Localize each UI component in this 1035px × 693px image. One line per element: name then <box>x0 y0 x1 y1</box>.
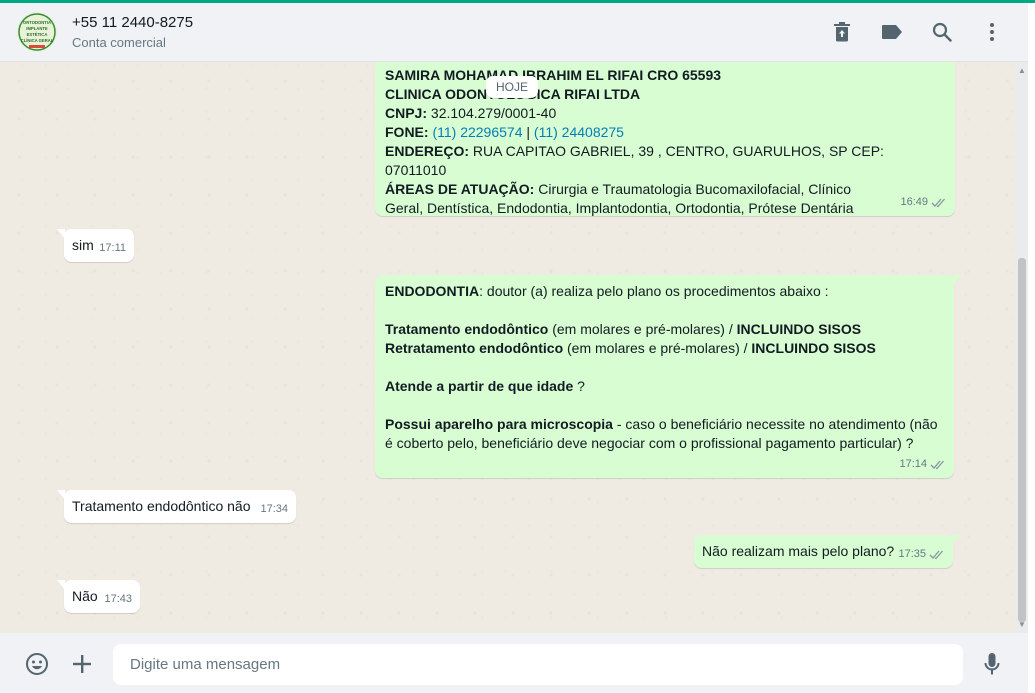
message-text: sim <box>72 237 94 253</box>
message-line: CNPJ: 32.104.279/0001-40 <box>385 105 557 121</box>
message-time: 17:43 <box>104 593 132 605</box>
message-outgoing-endodontia[interactable]: ENDODONTIA: doutor (a) realiza pelo plan… <box>375 275 961 478</box>
message-line: Tratamento endodôntico (em molares e pré… <box>385 321 862 337</box>
message-incoming[interactable]: Não 17:43 <box>57 580 140 613</box>
message-meta: 17:43 <box>104 590 132 609</box>
chat-header: ORTODONTIA IMPLANTE ESTÉTICA CLÍNICA GER… <box>0 3 1035 62</box>
message-meta: 17:34 <box>260 500 288 519</box>
message-time: 16:49 <box>900 196 928 208</box>
message-meta: 16:49 <box>900 193 947 212</box>
chat-messages-area[interactable]: SAMIRA MOHAMAD IBRAHIM EL RIFAI CRO 6559… <box>0 62 1035 633</box>
message-time: 17:35 <box>898 548 926 560</box>
message-line: Possui aparelho para microscopia - caso … <box>385 416 938 451</box>
message-time: 17:14 <box>899 458 927 470</box>
menu-icon[interactable] <box>979 19 1005 45</box>
emoji-icon[interactable] <box>24 651 50 677</box>
message-outgoing-clinic-info[interactable]: SAMIRA MOHAMAD IBRAHIM EL RIFAI CRO 6559… <box>375 62 955 216</box>
scrollbar-thumb[interactable] <box>1018 258 1026 622</box>
message-time: 17:34 <box>260 503 288 515</box>
delete-chat-icon[interactable] <box>829 19 855 45</box>
message-line: FONE: (11) 22296574 | (11) 24408275 <box>385 124 624 140</box>
double-check-icon <box>931 198 945 208</box>
double-check-icon <box>930 460 944 470</box>
scroll-down-arrow-icon[interactable]: ▼ <box>1016 618 1028 630</box>
message-line: CLINICA ODONTOLOGICA RIFAI LTDA <box>385 86 641 102</box>
clinic-logo-icon: ORTODONTIA IMPLANTE ESTÉTICA CLÍNICA GER… <box>17 12 57 52</box>
avatar-line-3: ESTÉTICA <box>27 32 48 37</box>
avatar-line-1: ORTODONTIA <box>23 20 51 25</box>
message-composer <box>0 633 1028 693</box>
message-time: 17:11 <box>99 242 126 254</box>
message-meta: 17:14 <box>899 455 946 474</box>
microphone-icon[interactable] <box>980 651 1004 677</box>
message-meta: 17:11 <box>99 239 126 258</box>
avatar-line-2: IMPLANTE <box>26 26 48 31</box>
scroll-up-arrow-icon[interactable]: ▲ <box>1016 64 1028 76</box>
search-icon[interactable] <box>929 19 955 45</box>
message-text: Tratamento endodôntico não <box>72 498 251 514</box>
message-line: Atende a partir de que idade ? <box>385 378 585 394</box>
contact-name[interactable]: +55 11 2440-8275 <box>72 14 193 31</box>
message-meta: 17:35 <box>898 545 945 564</box>
message-line: ENDODONTIA: doutor (a) realiza pelo plan… <box>385 283 829 299</box>
date-divider: HOJE <box>486 76 538 98</box>
message-input[interactable] <box>113 644 963 685</box>
message-line: ÁREAS DE ATUAÇÃO: Cirurgia e Traumatolog… <box>385 181 854 216</box>
label-icon[interactable] <box>879 19 905 45</box>
message-text: Não realizam mais pelo plano? <box>702 543 895 559</box>
message-text: Não <box>72 588 98 604</box>
message-line: SAMIRA MOHAMAD IBRAHIM EL RIFAI CRO 6559… <box>385 67 722 83</box>
message-outgoing[interactable]: Não realizam mais pelo plano? 17:35 <box>694 535 960 568</box>
message-incoming[interactable]: Tratamento endodôntico não 17:34 <box>57 490 296 523</box>
avatar-line-4: CLÍNICA GERAL <box>21 38 54 43</box>
message-line: ENDEREÇO: RUA CAPITAO GABRIEL, 39 , CENT… <box>385 143 884 178</box>
message-incoming[interactable]: sim 17:11 <box>57 229 134 262</box>
contact-subtitle: Conta comercial <box>72 35 166 50</box>
window-edge <box>1028 3 1035 693</box>
double-check-icon <box>929 550 943 560</box>
phone-link[interactable]: (11) 24408275 <box>534 124 624 140</box>
phone-link[interactable]: (11) 22296574 <box>432 124 522 140</box>
contact-avatar[interactable]: ORTODONTIA IMPLANTE ESTÉTICA CLÍNICA GER… <box>17 12 57 52</box>
attach-plus-icon[interactable] <box>70 652 94 676</box>
message-line: Retratamento endodôntico (em molares e p… <box>385 340 876 356</box>
